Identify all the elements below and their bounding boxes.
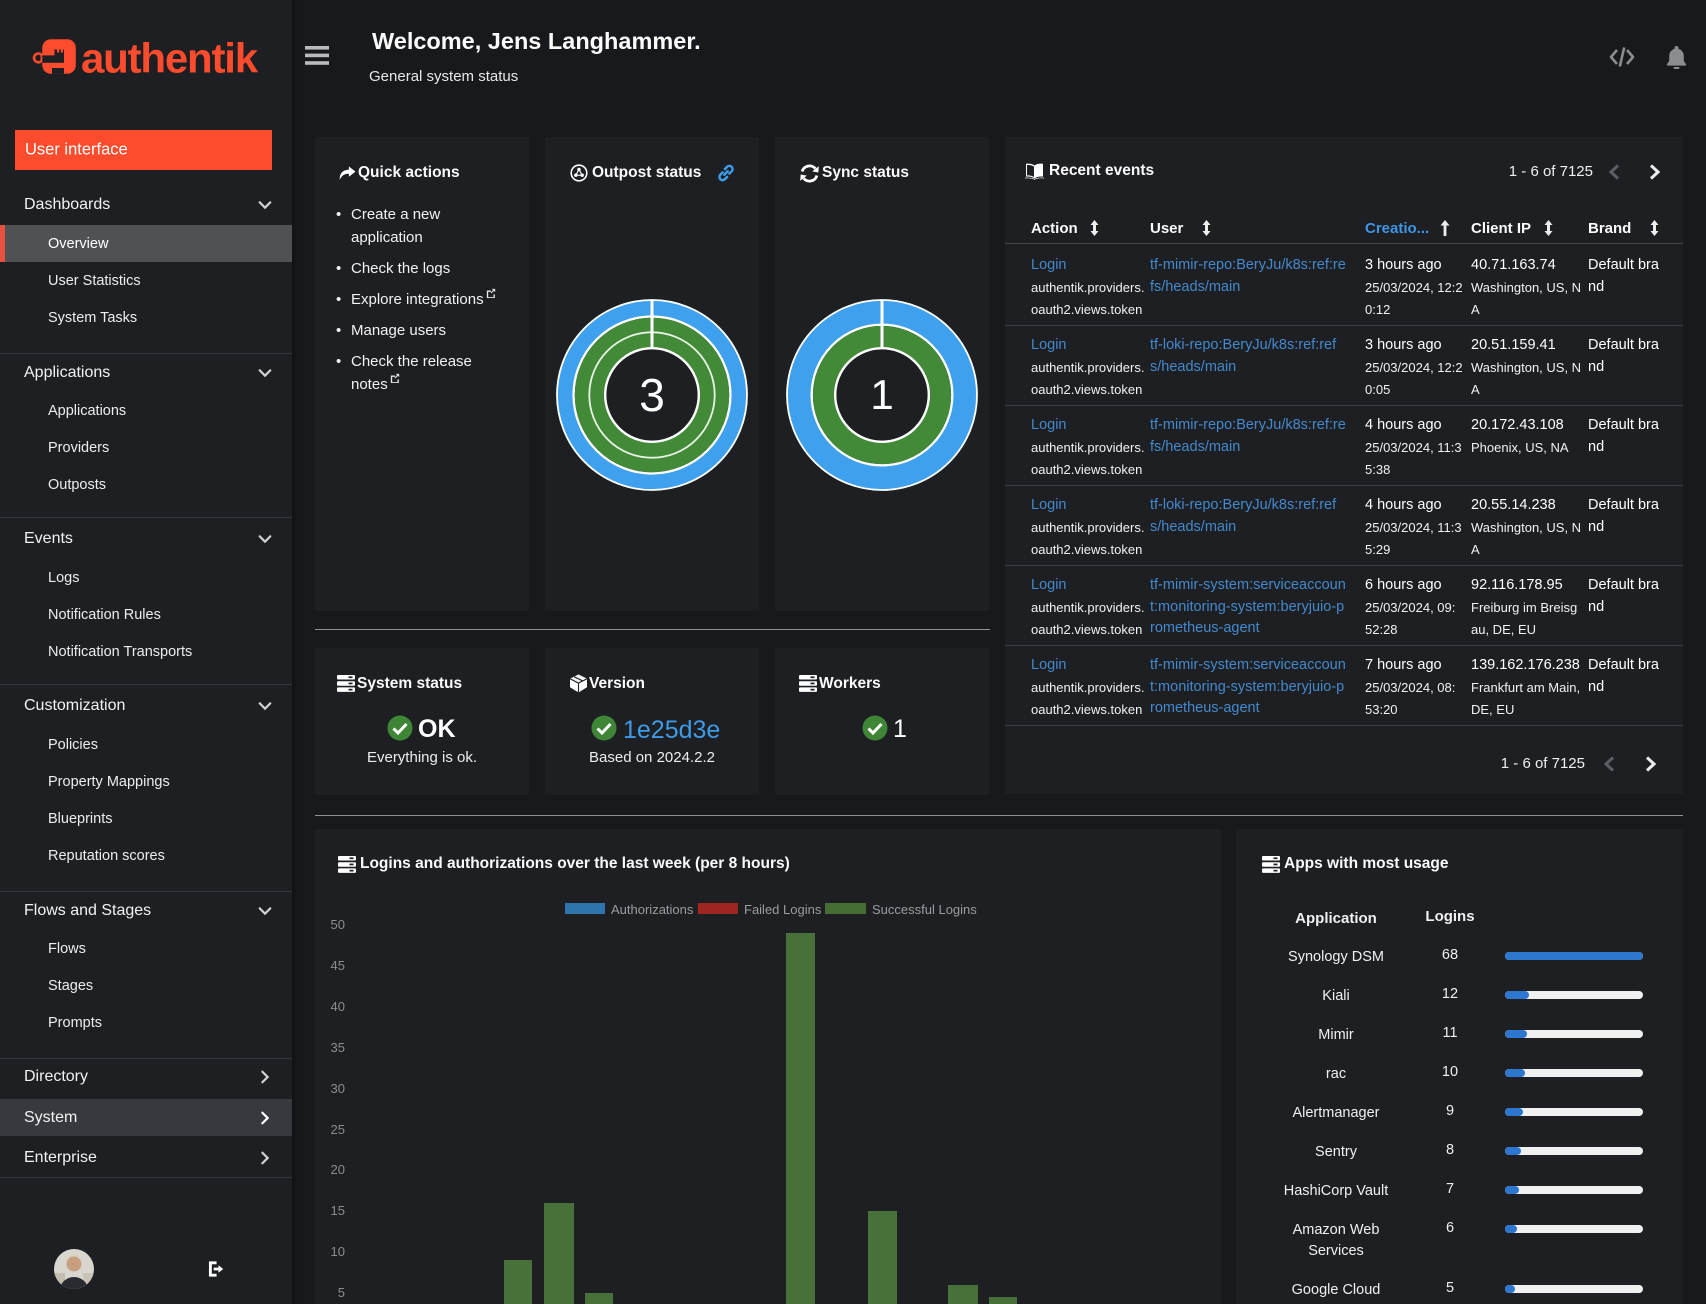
svg-text:3: 3: [639, 369, 665, 421]
svg-text:authentik: authentik: [81, 35, 259, 82]
svg-text:1: 1: [870, 371, 893, 418]
